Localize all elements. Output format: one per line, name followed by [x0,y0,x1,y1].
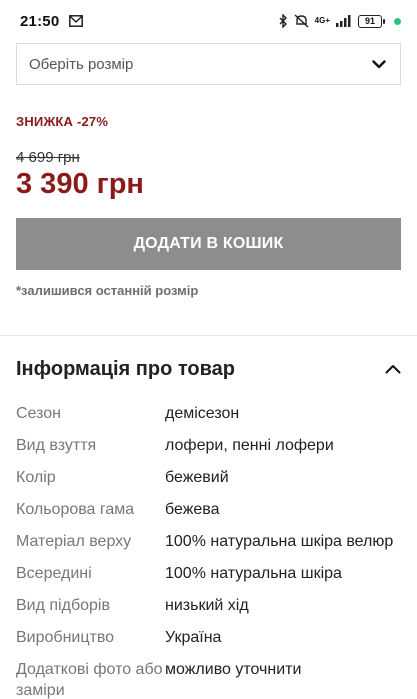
spec-row: Матеріал верху 100% натуральна шкіра вел… [16,525,401,557]
spec-key: Вид підборів [16,596,110,614]
spec-key: Виробництво [16,628,115,646]
spec-value: демісезон [165,404,240,422]
spec-key: Колір [16,468,56,486]
spec-row: Всередині 100% натуральна шкіра [16,557,401,589]
last-size-note: *залишився останній розмір [16,283,199,298]
spec-value: Україна [165,628,222,646]
add-to-cart-button[interactable]: ДОДАТИ В КОШИК [16,218,401,270]
spec-value: лофери, пенні лофери [165,436,334,454]
spec-value: можливо уточнити [165,661,302,678]
old-price: 4 699 грн [16,149,80,166]
mail-icon [69,15,84,27]
discount-badge: ЗНИЖКА -27% [16,114,109,129]
spec-list: Сезон демісезон Вид взуття лофери, пенні… [16,397,401,699]
spec-key: Сезон [16,404,61,422]
new-price: 3 390 грн [16,168,144,200]
spec-row: Сезон демісезон [16,397,401,429]
product-info-title: Інформація про товар [16,357,235,380]
spec-row: Кольорова гама бежева [16,493,401,525]
spec-row: Вид підборів низький хід [16,589,401,621]
privacy-indicator-icon [394,17,401,25]
spec-row: Вид взуття лофери, пенні лофери [16,429,401,461]
status-icons: 4G+ 91 [279,14,401,28]
status-bar: 21:50 4G+ 91 [0,0,417,42]
signal-icon [336,15,351,27]
spec-value: низький хід [165,596,249,614]
mute-icon [294,14,309,28]
status-time: 21:50 [20,12,60,30]
spec-row: Колір бежевий [16,461,401,493]
spec-key: Всередині [16,564,92,582]
spec-row: Додаткові фото або заміри можливо уточни… [16,653,401,699]
size-select[interactable]: Оберіть розмір [16,43,401,85]
battery-icon: 91 [358,14,385,28]
chevron-up-icon [385,365,401,374]
product-info-header[interactable]: Інформація про товар [16,354,401,384]
spec-value: бежева [165,500,220,518]
spec-key: Матеріал верху [16,532,132,550]
spec-key: Кольорова гама [16,500,135,518]
network-label: 4G+ [314,16,330,25]
spec-key: Вид взуття [16,436,97,454]
spec-key: Додаткові фото або заміри [16,661,163,699]
spec-value: 100% натуральна шкіра [165,564,342,582]
spec-value: 100% натуральна шкіра велюр [165,532,394,550]
chevron-down-icon [372,59,386,68]
section-divider [0,335,417,336]
spec-row: Виробництво Україна [16,621,401,653]
bluetooth-icon [279,14,287,28]
size-select-placeholder: Оберіть розмір [29,55,134,73]
spec-value: бежевий [165,468,229,486]
